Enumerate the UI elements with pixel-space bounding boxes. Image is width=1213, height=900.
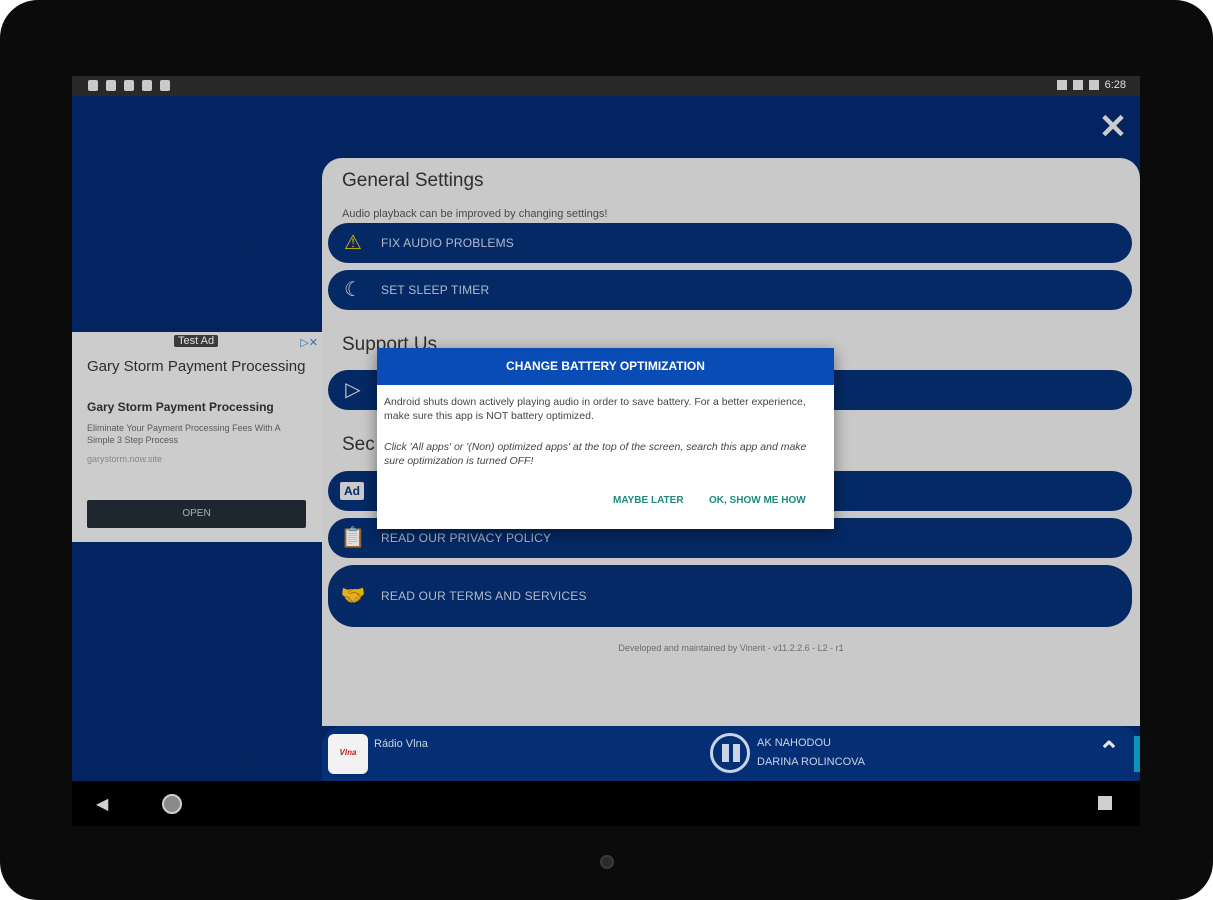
camera-lens (600, 855, 614, 869)
recents-icon[interactable] (1098, 796, 1112, 810)
maybe-later-button[interactable]: MAYBE LATER (613, 495, 684, 506)
artist-name: AK NAHODOU (757, 737, 831, 749)
dialog-paragraph-1: Android shuts down actively playing audi… (384, 396, 806, 422)
station-name: Rádio Vlna (374, 738, 428, 750)
dialog-title: CHANGE BATTERY OPTIMIZATION (377, 348, 834, 385)
back-icon[interactable]: ◀ (96, 794, 108, 814)
station-logo: Vlna (328, 734, 368, 774)
dialog-paragraph-2: Click 'All apps' or '(Non) optimized app… (384, 441, 807, 467)
pause-button[interactable] (710, 733, 750, 773)
navigation-bar: ◀ (72, 781, 1140, 826)
device-screen: 6:28 ✕ General Settings Audio playback c… (72, 76, 1140, 826)
mini-player[interactable]: Vlna Rádio Vlna AK NAHODOU DARINA ROLINC… (322, 726, 1140, 781)
track-name: DARINA ROLINCOVA (757, 756, 865, 768)
player-edge-accent (1134, 736, 1140, 772)
chevron-up-icon[interactable]: ⌃ (1094, 736, 1124, 766)
tablet-frame: 6:28 ✕ General Settings Audio playback c… (0, 0, 1213, 900)
battery-optimization-dialog: CHANGE BATTERY OPTIMIZATION Android shut… (377, 348, 834, 529)
show-me-how-button[interactable]: OK, SHOW ME HOW (709, 495, 806, 506)
home-icon[interactable] (162, 794, 182, 814)
